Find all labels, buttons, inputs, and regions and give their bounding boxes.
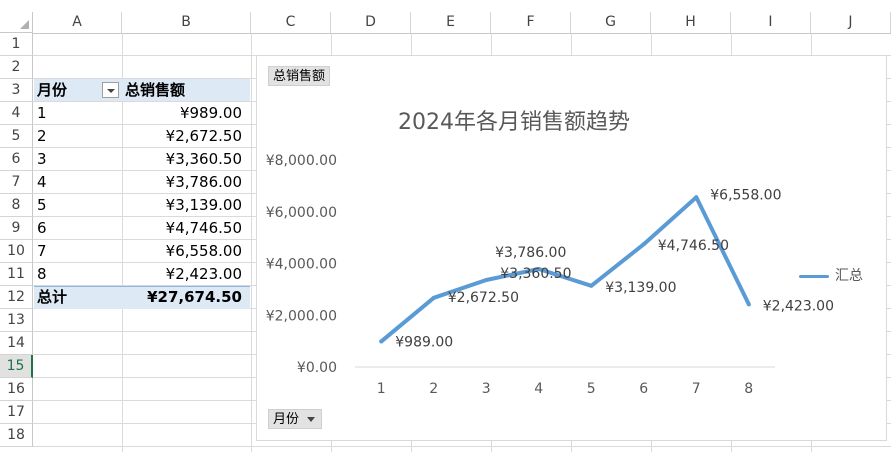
pivot-month-cell[interactable]: 8 xyxy=(37,263,47,286)
data-label: ¥3,786.00 xyxy=(495,245,566,261)
data-label: ¥3,139.00 xyxy=(605,280,676,296)
pivot-amount-cell[interactable]: ¥2,423.00 xyxy=(122,263,242,286)
y-tick-label: ¥2,000.00 xyxy=(266,308,337,324)
row-header-2[interactable]: 2 xyxy=(0,56,33,79)
series-point[interactable] xyxy=(431,295,436,300)
x-tick-label: 1 xyxy=(377,381,386,397)
legend-series-line xyxy=(799,275,829,278)
series-point[interactable] xyxy=(589,283,594,288)
y-tick-label: ¥6,000.00 xyxy=(266,205,337,221)
row-header-13[interactable]: 13 xyxy=(0,309,33,332)
data-label: ¥2,672.50 xyxy=(448,290,519,306)
pivot-header-month[interactable]: 月份 xyxy=(37,79,67,102)
row-header-10[interactable]: 10 xyxy=(0,240,33,263)
x-tick-label: 6 xyxy=(639,381,648,397)
row-header-5[interactable]: 5 xyxy=(0,125,33,148)
pivot-month-cell[interactable]: 1 xyxy=(37,102,47,125)
pivot-header-total[interactable]: 总销售额 xyxy=(125,79,185,102)
column-header-j[interactable]: J xyxy=(811,12,891,33)
row-header-14[interactable]: 14 xyxy=(0,332,33,355)
x-tick-label: 3 xyxy=(482,381,491,397)
x-tick-label: 8 xyxy=(744,381,753,397)
ribbon-edge xyxy=(0,0,891,12)
pivot-amount-cell[interactable]: ¥4,746.50 xyxy=(122,217,242,240)
select-all-triangle-icon xyxy=(20,20,29,29)
row-header-6[interactable]: 6 xyxy=(0,148,33,171)
series-point[interactable] xyxy=(484,278,489,283)
pivot-month-cell[interactable]: 4 xyxy=(37,171,47,194)
row-header-3[interactable]: 3 xyxy=(0,79,33,102)
series-point[interactable] xyxy=(694,195,699,200)
month-filter-dropdown-icon[interactable] xyxy=(102,82,119,98)
y-tick-label: ¥8,000.00 xyxy=(266,153,337,169)
row-header-18[interactable]: 18 xyxy=(0,424,33,447)
pivot-chart[interactable]: 总销售额 2024年各月销售额趋势 ¥0.00 ¥2,000.00 ¥4,000.0… xyxy=(256,55,887,441)
row-header-4[interactable]: 4 xyxy=(0,102,33,125)
pivot-total-value[interactable]: ¥27,674.50 xyxy=(122,286,242,309)
column-header-a[interactable]: A xyxy=(33,12,122,33)
grid-row-line xyxy=(33,446,891,447)
pivot-amount-cell[interactable]: ¥3,786.00 xyxy=(122,171,242,194)
row-header-17[interactable]: 17 xyxy=(0,401,33,424)
row-header-11[interactable]: 11 xyxy=(0,263,33,286)
pivot-month-cell[interactable]: 7 xyxy=(37,240,47,263)
y-tick-label: ¥0.00 xyxy=(297,360,337,376)
x-tick-label: 2 xyxy=(429,381,438,397)
column-header-d[interactable]: D xyxy=(331,12,411,33)
pivot-amount-cell[interactable]: ¥3,360.50 xyxy=(122,148,242,171)
pivot-month-cell[interactable]: 6 xyxy=(37,217,47,240)
row-header-16[interactable]: 16 xyxy=(0,378,33,401)
pivot-amount-cell[interactable]: ¥3,139.00 xyxy=(122,194,242,217)
row-header-8[interactable]: 8 xyxy=(0,194,33,217)
axis-field-label: 月份 xyxy=(273,412,300,427)
series-point[interactable] xyxy=(379,339,384,344)
row-header-7[interactable]: 7 xyxy=(0,171,33,194)
column-header-f[interactable]: F xyxy=(491,12,571,33)
x-tick-label: 5 xyxy=(587,381,596,397)
pivot-amount-cell[interactable]: ¥6,558.00 xyxy=(122,240,242,263)
axis-field-dropdown-icon xyxy=(307,417,316,422)
data-label: ¥6,558.00 xyxy=(710,187,781,203)
data-label: ¥4,746.50 xyxy=(658,238,729,254)
series-point[interactable] xyxy=(641,242,646,247)
row-header-15[interactable]: 15 xyxy=(0,355,33,378)
select-all-corner[interactable] xyxy=(0,12,33,33)
column-header-b[interactable]: B xyxy=(122,12,251,33)
column-header-e[interactable]: E xyxy=(411,12,491,33)
row-header-12[interactable]: 12 xyxy=(0,286,33,309)
legend-series-label: 汇总 xyxy=(835,268,863,284)
data-label: ¥989.00 xyxy=(395,334,453,350)
pivot-month-cell[interactable]: 3 xyxy=(37,148,47,171)
axis-field-button[interactable]: 月份 xyxy=(268,409,323,429)
column-header-h[interactable]: H xyxy=(651,12,731,33)
pivot-month-cell[interactable]: 5 xyxy=(37,194,47,217)
y-tick-label: ¥4,000.00 xyxy=(266,257,337,273)
column-header-c[interactable]: C xyxy=(251,12,331,33)
column-header-i[interactable]: I xyxy=(731,12,811,33)
pivot-amount-cell[interactable]: ¥2,672.50 xyxy=(122,125,242,148)
data-label: ¥3,360.50 xyxy=(500,266,571,282)
x-tick-label: 4 xyxy=(534,381,543,397)
row-header-1[interactable]: 1 xyxy=(0,33,33,56)
row-header-9[interactable]: 9 xyxy=(0,217,33,240)
pivot-total-label[interactable]: 总计 xyxy=(37,286,67,309)
grid-column-line xyxy=(251,33,252,452)
chart-plot-area: ¥0.00 ¥2,000.00 ¥4,000.00 ¥6,000.00 ¥8,000.0… xyxy=(266,153,834,397)
pivot-amount-cell[interactable]: ¥989.00 xyxy=(122,102,242,125)
series-point[interactable] xyxy=(746,302,751,307)
data-label: ¥2,423.00 xyxy=(763,298,834,314)
pivot-month-cell[interactable]: 2 xyxy=(37,125,47,148)
column-header-g[interactable]: G xyxy=(571,12,651,33)
x-tick-label: 7 xyxy=(692,381,701,397)
